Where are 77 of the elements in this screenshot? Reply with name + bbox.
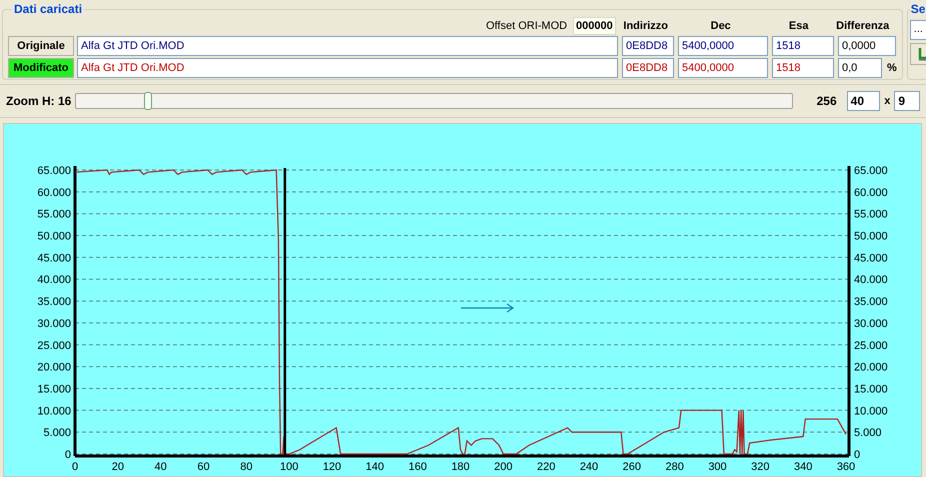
y-tick-label: 20.000 (854, 362, 888, 374)
y-tick-label: 40.000 (37, 274, 71, 286)
y-tick-label: 5.000 (43, 427, 71, 440)
y-tick-label: 65.000 (854, 165, 888, 177)
y-tick-label: 10.000 (854, 405, 888, 418)
y-tick-label: 55.000 (854, 208, 888, 221)
column-header: Esa (788, 18, 810, 34)
difference-field[interactable]: 0,0 (838, 58, 882, 78)
difference-field[interactable]: 0,0000 (838, 36, 896, 56)
y-tick-label: 35.000 (37, 296, 71, 308)
x-tick-label: 100 (280, 461, 298, 473)
percent-label: % (887, 60, 897, 76)
x-tick-label: 40 (154, 461, 167, 473)
file-button[interactable]: Originale (8, 36, 74, 56)
zoom-slider[interactable] (75, 93, 793, 109)
y-tick-label: 0 (854, 449, 860, 461)
x-tick-label: 20 (112, 461, 124, 473)
hex-field[interactable]: 1518 (772, 36, 834, 56)
dec-field[interactable]: 5400,0000 (678, 36, 768, 56)
y-tick-label: 55.000 (37, 208, 71, 221)
column-header: Dec (710, 18, 732, 34)
y-tick-label: 45.000 (854, 252, 888, 264)
zoom-label: Zoom H: 16 (6, 93, 72, 110)
file-name-field[interactable]: Alfa Gt JTD Ori.MOD (77, 36, 618, 56)
x-tick-label: 320 (751, 461, 770, 473)
column-header: Indirizzo (622, 18, 670, 34)
x-tick-label: 180 (451, 461, 470, 473)
address-field[interactable]: 0E8DD8 (622, 36, 674, 56)
slider-thumb[interactable] (144, 92, 152, 110)
x-tick-label: 300 (708, 461, 727, 473)
x-tick-label: 60 (197, 461, 210, 473)
y-tick-label: 5.000 (854, 427, 882, 440)
x-tick-label: 140 (366, 461, 384, 473)
y-tick-label: 25.000 (37, 340, 71, 352)
y-tick-label: 0 (64, 449, 71, 461)
y-tick-label: 50.000 (854, 230, 888, 243)
y-tick-label: 35.000 (854, 296, 888, 308)
y-tick-label: 65.000 (37, 165, 71, 177)
times-label: x (884, 94, 890, 109)
y-tick-label: 30.000 (854, 318, 888, 330)
x-tick-label: 160 (408, 461, 427, 473)
width-field[interactable]: 40 (846, 91, 880, 111)
y-tick-label: 10.000 (37, 405, 71, 418)
file-button[interactable]: Modificato (8, 58, 74, 78)
x-tick-label: 200 (494, 461, 513, 473)
dec-field[interactable]: 5400,0000 (678, 58, 768, 78)
y-tick-label: 15.000 (854, 383, 888, 396)
y-tick-label: 30.000 (37, 318, 71, 330)
offset-value: 000000 (573, 16, 616, 36)
panel-title: Sel (910, 1, 926, 18)
y-tick-label: 45.000 (37, 252, 71, 264)
address-field[interactable]: 0E8DD8 (622, 58, 674, 78)
x-tick-label: 120 (322, 461, 342, 473)
file-name-field[interactable]: Alfa Gt JTD Ori.MOD (77, 58, 618, 78)
y-tick-label: 60.000 (854, 186, 888, 199)
y-tick-label: 15.000 (37, 383, 71, 396)
height-field[interactable]: 9 (894, 91, 920, 111)
zoom-max: 256 (816, 93, 837, 110)
x-tick-label: 340 (794, 461, 812, 473)
select-field[interactable]: ... (910, 20, 926, 40)
y-tick-label: 60.000 (37, 186, 71, 199)
y-tick-label: 20.000 (37, 362, 71, 374)
panel-title: Dati caricati (13, 1, 84, 18)
y-tick-label: 50.000 (37, 230, 71, 243)
hex-field[interactable]: 1518 (772, 58, 834, 78)
arrow-drawing (461, 304, 514, 312)
offset-label: Offset ORI-MOD (486, 18, 568, 34)
y-tick-label: 25.000 (854, 340, 888, 352)
x-tick-label: 360 (836, 461, 856, 473)
column-header: Differenza (835, 18, 890, 34)
x-tick-label: 260 (622, 461, 642, 473)
y-tick-label: 40.000 (854, 274, 888, 286)
x-tick-label: 240 (580, 461, 598, 473)
x-tick-label: 80 (240, 461, 252, 473)
x-tick-label: 220 (536, 461, 556, 473)
x-tick-label: 280 (665, 461, 684, 473)
x-tick-label: 0 (72, 461, 78, 473)
